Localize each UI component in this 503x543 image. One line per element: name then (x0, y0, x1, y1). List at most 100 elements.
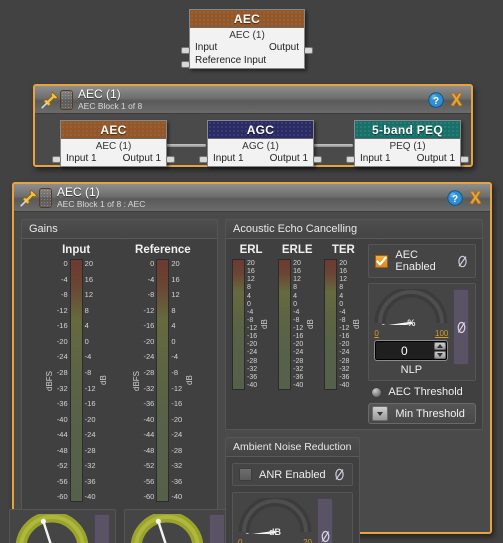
port-row-2: Reference Input (190, 55, 304, 68)
aec-enabled-panel[interactable]: AEC Enabled (368, 244, 476, 278)
output-pin[interactable] (460, 156, 469, 163)
tick: 20 (293, 260, 301, 267)
nlp-knob[interactable]: % 0 100 0 NLP (374, 286, 449, 376)
nlp-spinbox[interactable]: 0 (374, 340, 449, 361)
close-icon[interactable] (467, 189, 484, 206)
input-port-label[interactable]: Input 1 (66, 153, 97, 164)
reference-input-port-label[interactable]: Reference Input (195, 55, 266, 66)
input-pin[interactable] (181, 47, 190, 54)
svg-text:?: ? (452, 193, 458, 204)
close-icon[interactable] (448, 91, 465, 108)
tick: -60 (56, 492, 68, 502)
min-threshold-dropdown[interactable]: Min Threshold (368, 403, 476, 424)
tick: -8 (147, 290, 155, 300)
chevron-down-icon[interactable] (372, 406, 389, 421)
output-pin[interactable] (166, 156, 175, 163)
reduction-knob[interactable]: dB 0 20 0 (238, 495, 312, 543)
knob-arc[interactable]: dB (15, 511, 89, 543)
tick: -40 (143, 414, 155, 424)
knob-arc[interactable]: dB (238, 495, 312, 539)
tick: -24 (247, 349, 258, 357)
tick: -32 (56, 383, 68, 393)
meter-scale: 20 16 12 8 4 0 -4 -8 -12 -16 -20 -24 -28… (291, 259, 305, 390)
input-gain-link[interactable] (93, 514, 110, 543)
tick: -12 (143, 305, 155, 315)
tick: -32 (171, 461, 183, 471)
tick: -8 (339, 316, 346, 324)
ref-gain-link[interactable] (208, 514, 225, 543)
meter-unit: dB (306, 319, 316, 330)
tick: 4 (293, 292, 298, 300)
input-pin[interactable] (52, 156, 61, 163)
help-icon[interactable]: ? (428, 91, 444, 108)
input-pin[interactable] (346, 156, 355, 163)
top-aec-block[interactable]: AEC AEC (1) Input Output Reference Input (181, 9, 313, 69)
detail-window-title: AEC (1) (57, 185, 100, 200)
reduction-link[interactable] (317, 498, 333, 543)
tick: -16 (247, 333, 258, 341)
tick: 0 (171, 336, 176, 346)
meter-right-unit: dB (185, 375, 195, 386)
pushpin-icon[interactable] (19, 188, 39, 208)
input-pin[interactable] (199, 156, 208, 163)
tick: 0 (63, 259, 68, 268)
chain-window-titlebar[interactable]: AEC (1) AEC Block 1 of 8 ? (35, 86, 471, 114)
aec-meters: ERL 20 16 12 8 4 0 -4 -8 -12 -16 -20 -24… (232, 244, 362, 424)
tick: -36 (171, 476, 183, 486)
spin-down-button[interactable] (434, 351, 447, 359)
ref-gain-knob[interactable]: dB -30.0 0.0 0.0 (130, 511, 204, 543)
tick: 12 (171, 290, 180, 300)
nlp-link[interactable] (453, 289, 470, 365)
input-port-label[interactable]: Input 1 (213, 153, 244, 164)
output-port-label[interactable]: Output 1 (417, 153, 455, 164)
link-pen-icon[interactable] (320, 530, 331, 543)
input-port-label[interactable]: Input (195, 42, 217, 53)
output-port-label[interactable]: Output (269, 42, 299, 53)
anr-enabled-panel[interactable]: ANR Enabled (232, 463, 353, 486)
gain-knobs-row: dB -30.0 0.0 0.0 (8, 509, 231, 543)
chain-block-peq[interactable]: 5-band PEQ PEQ (1) Input 1 Output 1 (346, 120, 469, 167)
level-bar (69, 259, 83, 502)
tick: -48 (56, 445, 68, 455)
chain-window-body: AEC AEC (1) Input 1 Output 1 AGC AGC (1)… (35, 114, 471, 167)
tick: 4 (247, 292, 251, 300)
link-pen-icon[interactable] (456, 321, 467, 334)
tick: 0 (84, 336, 89, 346)
aec-group: Acoustic Echo Cancelling ERL 20 16 12 8 … (225, 219, 483, 430)
pushpin-icon[interactable] (40, 90, 60, 110)
knob-min: 0 (374, 329, 379, 338)
tick: -40 (171, 492, 183, 502)
spin-buttons (433, 341, 447, 360)
checkbox[interactable] (239, 468, 252, 481)
output-pin[interactable] (313, 156, 322, 163)
knob-dial[interactable] (130, 511, 204, 543)
chain-block-agc[interactable]: AGC AGC (1) Input 1 Output 1 (199, 120, 322, 167)
output-port-label[interactable]: Output 1 (123, 153, 161, 164)
chain-block-aec[interactable]: AEC AEC (1) Input 1 Output 1 (52, 120, 175, 167)
reference-input-pin[interactable] (181, 61, 190, 68)
knob-arc[interactable]: dB (130, 511, 204, 543)
knob-arc[interactable]: % (374, 286, 448, 330)
tick: 20 (339, 260, 348, 267)
meter-reference: Reference dBFS 0 -4 -8 -12 -16 -20 -24 -… (131, 244, 196, 502)
input-gain-knob[interactable]: dB -30.0 0.0 0.0 (15, 511, 89, 543)
tick: 8 (84, 305, 89, 315)
knob-dial[interactable] (15, 511, 89, 543)
link-pen-icon[interactable] (333, 468, 346, 481)
help-icon[interactable]: ? (447, 189, 463, 206)
input-port-label[interactable]: Input 1 (360, 153, 391, 164)
level-bar (232, 259, 245, 390)
tick: -36 (84, 476, 96, 486)
tick: -16 (293, 333, 304, 341)
output-port-label[interactable]: Output 1 (270, 153, 308, 164)
output-pin[interactable] (304, 47, 313, 54)
tick: 16 (84, 274, 93, 284)
spin-up-button[interactable] (434, 342, 447, 350)
link-pen-icon[interactable] (456, 255, 469, 268)
checkbox[interactable] (375, 254, 389, 268)
tick: -52 (56, 461, 68, 471)
spin-value[interactable]: 0 (375, 341, 433, 360)
detail-window-titlebar[interactable]: AEC (1) AEC Block 1 of 8 : AEC ? (14, 184, 490, 212)
reduction-knob-panel: dB 0 20 0 (232, 492, 353, 543)
gains-group-body: Input dBFS 0 -4 -8 -12 -16 -20 -24 -28 -… (8, 239, 231, 543)
